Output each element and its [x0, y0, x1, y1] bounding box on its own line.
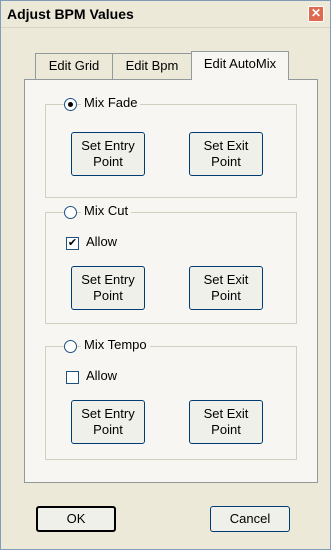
automix-tab-panel: Mix Fade Set Entry Point Set Exit Point … — [24, 79, 318, 483]
cancel-button[interactable]: Cancel — [210, 506, 290, 532]
mix-cut-label: Mix Cut — [81, 203, 132, 218]
close-icon[interactable]: ✕ — [308, 6, 324, 22]
mix-tempo-allow-checkbox[interactable] — [66, 371, 79, 384]
mix-tempo-set-entry-button[interactable]: Set Entry Point — [71, 400, 145, 444]
mix-fade-set-exit-button[interactable]: Set Exit Point — [189, 132, 263, 176]
mix-tempo-allow-label: Allow — [83, 368, 121, 383]
mix-tempo-set-exit-button[interactable]: Set Exit Point — [189, 400, 263, 444]
window-title: Adjust BPM Values — [7, 6, 134, 22]
mix-cut-allow-checkbox[interactable]: ✔ — [66, 237, 79, 250]
tab-edit-bpm[interactable]: Edit Bpm — [112, 53, 192, 79]
mix-cut-set-entry-button[interactable]: Set Entry Point — [71, 266, 145, 310]
mix-fade-radio[interactable] — [64, 98, 77, 111]
mix-fade-label: Mix Fade — [81, 95, 141, 110]
title-bar[interactable]: Adjust BPM Values ✕ — [1, 1, 330, 28]
tab-edit-grid[interactable]: Edit Grid — [35, 53, 113, 79]
tab-edit-automix[interactable]: Edit AutoMix — [191, 51, 289, 80]
mix-tempo-radio[interactable] — [64, 340, 77, 353]
mix-cut-set-exit-button[interactable]: Set Exit Point — [189, 266, 263, 310]
mix-tempo-label: Mix Tempo — [81, 337, 150, 352]
dialog-window: Adjust BPM Values ✕ Edit Grid Edit Bpm E… — [0, 0, 331, 550]
mix-cut-radio[interactable] — [64, 206, 77, 219]
ok-button[interactable]: OK — [36, 506, 116, 532]
mix-fade-set-entry-button[interactable]: Set Entry Point — [71, 132, 145, 176]
check-mark-icon: ✔ — [67, 237, 78, 249]
mix-cut-allow-label: Allow — [83, 234, 121, 249]
